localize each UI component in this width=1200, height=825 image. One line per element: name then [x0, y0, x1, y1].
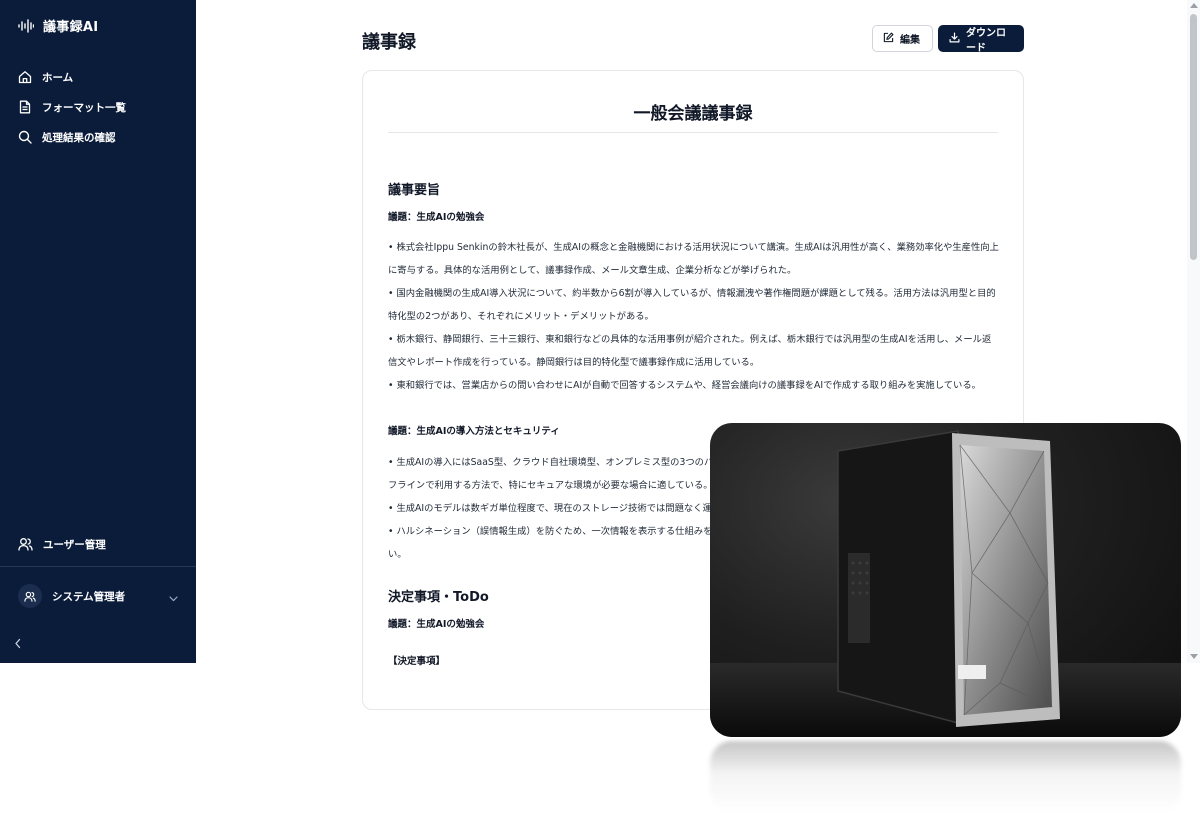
download-button[interactable]: ダウンロード	[938, 25, 1024, 54]
app-title: 議事録AI	[43, 20, 99, 35]
sidebar-item-label: ユーザー管理	[43, 538, 106, 551]
topic-title: 議題：生成AIの勉強会	[388, 619, 485, 630]
topic-title: 議題：生成AIの勉強会	[388, 212, 485, 223]
page-scrollbar[interactable]	[1187, 0, 1200, 663]
page-title: 議事録	[362, 32, 416, 53]
chevron-left-icon	[14, 634, 22, 653]
sidebar-item-label: フォーマット一覧	[42, 101, 126, 114]
users-icon	[24, 591, 36, 602]
avatar	[18, 584, 42, 608]
decisions-subheading: 【決定事項】	[388, 656, 446, 667]
scroll-thumb[interactable]	[1190, 14, 1197, 260]
topic-title: 議題：生成AIの導入方法とセキュリティ	[388, 426, 560, 437]
edit-button-label: 編集	[900, 35, 920, 46]
document-title: 一般会議議事録	[633, 104, 753, 124]
edit-icon	[883, 32, 894, 46]
pc-case-photo	[710, 423, 1181, 737]
download-button-label: ダウンロード	[966, 27, 1006, 54]
pc-case-illustration	[710, 430, 1181, 737]
section-heading-decisions: 決定事項・ToDo	[388, 590, 489, 605]
section-heading-summary: 議事要旨	[388, 183, 441, 198]
scroll-up-arrow[interactable]	[1190, 3, 1198, 8]
bullet-item: • 国内金融機関の生成AI導入状況について、約半数から6割が導入しているが、情報…	[388, 288, 996, 322]
sidebar-item-home[interactable]: ホーム	[0, 62, 196, 92]
account-menu[interactable]: システム管理者	[12, 579, 184, 613]
home-icon	[18, 70, 32, 84]
audio-waveform-icon	[18, 18, 34, 33]
sidebar-nav: ホーム フォーマット一覧 処理結果の確認	[0, 62, 196, 152]
download-icon	[949, 32, 960, 46]
title-divider	[388, 132, 998, 133]
chevron-down-icon	[169, 587, 178, 606]
sidebar-item-results[interactable]: 処理結果の確認	[0, 122, 196, 152]
account-name: システム管理者	[52, 590, 126, 603]
brand[interactable]: 議事録AI	[18, 16, 98, 35]
sidebar-item-formats[interactable]: フォーマット一覧	[0, 92, 196, 122]
photo-reflection	[710, 741, 1181, 813]
edit-button[interactable]: 編集	[872, 25, 933, 52]
bullet-item: • 株式会社Ippu Senkinの鈴木社長が、生成AIの概念と金融機関における…	[388, 242, 999, 276]
bullet-item: • 栃木銀行、静岡銀行、三十三銀行、東和銀行などの具体的な活用事例が紹介された。…	[388, 334, 992, 368]
sidebar-user-management: ユーザー管理	[0, 529, 196, 559]
users-icon	[18, 537, 33, 551]
sidebar-item-label: ホーム	[42, 71, 74, 84]
sidebar-item-label: 処理結果の確認	[42, 131, 116, 144]
search-icon	[18, 130, 32, 144]
scroll-down-arrow[interactable]	[1190, 654, 1198, 659]
collapse-sidebar-button[interactable]	[14, 634, 30, 650]
sidebar-divider	[0, 566, 196, 567]
sidebar: 議事録AI ホーム フォーマット一覧 処理結果の確認 ユーザー管理 システム管理…	[0, 0, 196, 663]
document-icon	[18, 100, 32, 114]
sidebar-item-user-management[interactable]: ユーザー管理	[0, 529, 196, 559]
bullet-item: • 東和銀行では、営業店からの問い合わせにAIが自動で回答するシステムや、経営会…	[388, 380, 981, 391]
